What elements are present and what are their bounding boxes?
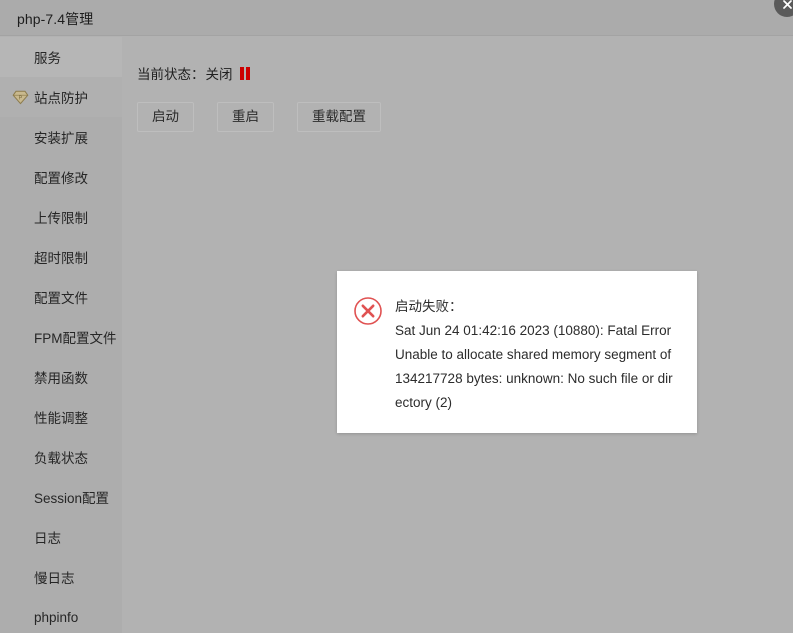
sidebar-item-session-config[interactable]: Session配置 [0, 477, 122, 517]
sidebar-item-label: 配置修改 [34, 171, 88, 186]
sidebar-item-label: 站点防护 [34, 91, 88, 106]
sidebar-item-config-file[interactable]: 配置文件 [0, 277, 122, 317]
sidebar-item-service[interactable]: 服务 [0, 37, 122, 77]
restart-button[interactable]: 重启 [217, 102, 274, 132]
status-value: 关闭 [205, 67, 233, 82]
sidebar-item-slow-log[interactable]: 慢日志 [0, 557, 122, 597]
error-dialog-body: 启动失败： Sat Jun 24 01:42:16 2023 (10880): … [395, 295, 679, 415]
pause-stopped-icon [239, 66, 250, 80]
sidebar-item-label: 配置文件 [34, 291, 88, 306]
php-manager-window: php-7.4管理 服务 P 站点防护 安装扩展 配置修改 上传限制 超时限制 … [0, 0, 793, 633]
reload-config-button[interactable]: 重载配置 [297, 102, 381, 132]
sidebar-item-disabled-functions[interactable]: 禁用函数 [0, 357, 122, 397]
sidebar-item-label: 服务 [34, 51, 61, 66]
error-dialog: 启动失败： Sat Jun 24 01:42:16 2023 (10880): … [337, 271, 697, 433]
error-dialog-title: 启动失败： [395, 299, 463, 314]
window-title: php-7.4管理 [17, 11, 94, 27]
shield-gem-icon: P [12, 89, 29, 106]
sidebar-item-phpinfo[interactable]: phpinfo [0, 597, 122, 633]
service-status: 当前状态： 关闭 [137, 63, 250, 83]
sidebar-item-log[interactable]: 日志 [0, 517, 122, 557]
sidebar-item-fpm-config-file[interactable]: FPM配置文件 [0, 317, 122, 357]
sidebar-item-label: phpinfo [34, 609, 79, 625]
sidebar-item-site-protection[interactable]: P 站点防护 [0, 77, 122, 117]
sidebar-item-label: Session配置 [34, 491, 110, 506]
sidebar-item-label: 慢日志 [34, 571, 75, 586]
main-content: 当前状态： 关闭 启动 重启 重载配置 启动失败： Sat Jun 24 01:… [122, 37, 793, 633]
sidebar-item-load-status[interactable]: 负载状态 [0, 437, 122, 477]
sidebar-item-label: 上传限制 [34, 211, 88, 226]
close-icon[interactable] [774, 0, 793, 17]
sidebar-item-label: FPM配置文件 [34, 331, 117, 346]
sidebar-item-label: 性能调整 [34, 411, 88, 426]
sidebar-item-config-modify[interactable]: 配置修改 [0, 157, 122, 197]
sidebar-item-install-extension[interactable]: 安装扩展 [0, 117, 122, 157]
sidebar-item-label: 负载状态 [34, 451, 88, 466]
error-dialog-detail: Sat Jun 24 01:42:16 2023 (10880): Fatal … [395, 323, 673, 410]
error-circle-x-icon [353, 296, 383, 326]
sidebar-item-upload-limit[interactable]: 上传限制 [0, 197, 122, 237]
service-action-buttons: 启动 重启 重载配置 [137, 102, 381, 132]
sidebar-item-label: 安装扩展 [34, 131, 88, 146]
sidebar-item-label: 日志 [34, 531, 61, 546]
sidebar-item-timeout-limit[interactable]: 超时限制 [0, 237, 122, 277]
svg-text:P: P [19, 95, 23, 101]
sidebar-item-performance-tuning[interactable]: 性能调整 [0, 397, 122, 437]
status-label: 当前状态： [137, 67, 205, 82]
start-button[interactable]: 启动 [137, 102, 194, 132]
sidebar-item-label: 超时限制 [34, 251, 88, 266]
sidebar-item-label: 禁用函数 [34, 371, 88, 386]
sidebar-nav: 服务 P 站点防护 安装扩展 配置修改 上传限制 超时限制 配置文件 FPM配置… [0, 37, 122, 633]
window-header: php-7.4管理 [0, 0, 793, 36]
